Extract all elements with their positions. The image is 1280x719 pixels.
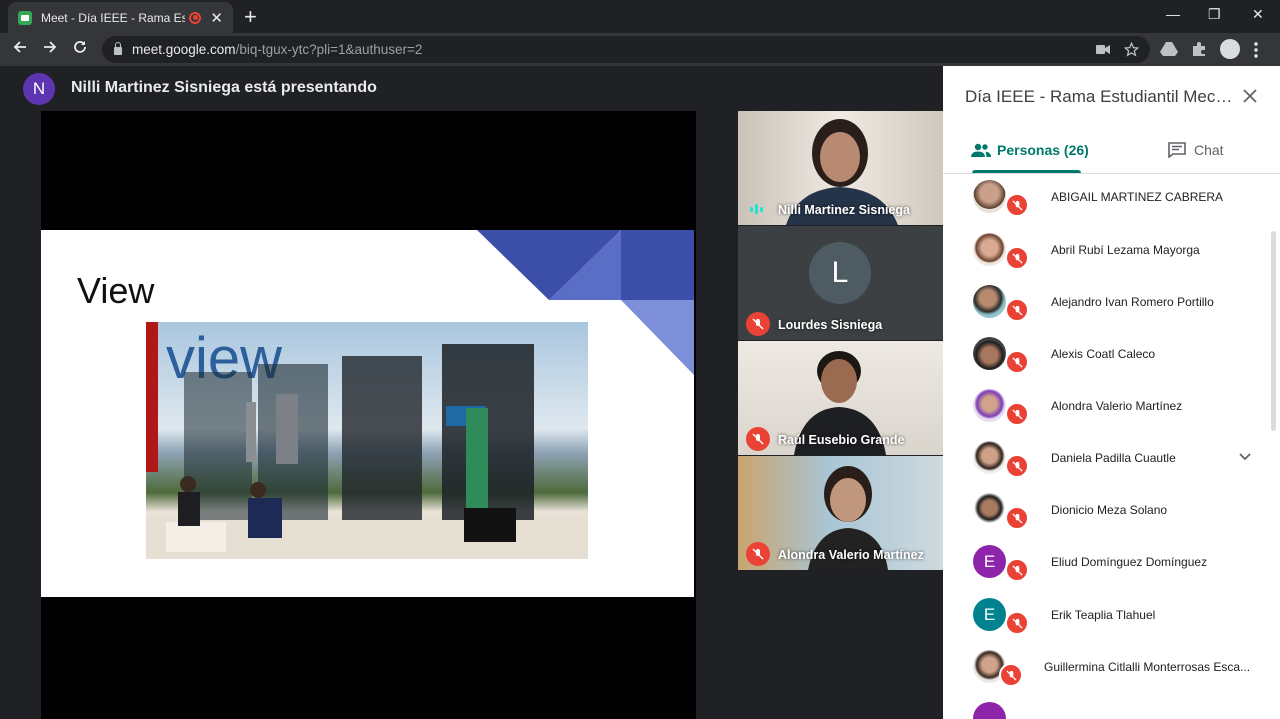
minimize-button[interactable]: — (1166, 6, 1180, 22)
participant-name: Alondra Valerio Martínez (1051, 399, 1183, 413)
bookmark-star-icon[interactable] (1124, 42, 1139, 57)
avatar (973, 233, 1006, 266)
more-options-icon[interactable] (1254, 42, 1258, 58)
slide-title: View (77, 270, 155, 311)
participant-name: Lourdes Sisniega (778, 318, 883, 332)
tab-chat-label: Chat (1194, 142, 1224, 158)
extensions-puzzle-icon[interactable] (1191, 41, 1207, 57)
drive-icon[interactable] (1160, 42, 1178, 56)
list-item[interactable]: Abril Rubí Lezama Mayorga (943, 225, 1263, 277)
window-close-button[interactable]: ✕ (1252, 6, 1264, 23)
tab-people-label: Personas (26) (997, 142, 1089, 158)
participant-name: Nilli Martinez Sisniega (778, 203, 910, 217)
meet-favicon-icon (18, 10, 32, 25)
participant-tile[interactable]: L Lourdes Sisniega (738, 226, 943, 340)
lock-icon (114, 42, 122, 55)
list-item[interactable]: Alejandro Ivan Romero Portillo (943, 278, 1263, 330)
avatar (973, 389, 1006, 422)
mic-off-icon (1005, 246, 1029, 270)
participant-name: Alondra Valerio Martínez (778, 548, 924, 562)
browser-tab[interactable]: Meet - Día IEEE - Rama Estudiantil Mecat… (8, 2, 233, 33)
participant-name: Guillermina Citlalli Monterrosas Esca... (1044, 660, 1251, 674)
list-item[interactable]: Alexis Coatl Caleco (943, 330, 1263, 382)
avatar (973, 285, 1006, 318)
tab-chat[interactable]: Chat (1168, 142, 1224, 158)
people-list: ABIGAIL MARTINEZ CABRERA Abril Rubí Leza… (943, 174, 1280, 719)
mic-off-icon (746, 427, 770, 451)
list-item[interactable] (943, 695, 1263, 719)
participant-name: Raúl Eusebio Grande (778, 433, 905, 447)
list-item[interactable]: Daniela Padilla Cuautle (943, 434, 1263, 486)
presentation-stage[interactable]: View view (41, 111, 696, 719)
mic-off-icon (1005, 402, 1029, 426)
avatar: E (973, 598, 1006, 631)
forward-arrow-icon[interactable] (42, 39, 58, 55)
list-item[interactable]: Dionicio Meza Solano (943, 486, 1263, 538)
participant-tile[interactable]: Alondra Valerio Martínez (738, 456, 943, 570)
presenter-avatar: N (23, 73, 55, 105)
slide: View view (41, 230, 694, 597)
participant-name: Erik Teaplia Tlahuel (1051, 608, 1156, 622)
participant-name: Abril Rubí Lezama Mayorga (1051, 243, 1200, 257)
list-item[interactable]: E Erik Teaplia Tlahuel (943, 591, 1263, 643)
participant-avatar: L (809, 242, 871, 304)
close-icon[interactable] (1243, 89, 1257, 103)
chat-icon (1168, 142, 1186, 158)
people-icon (971, 143, 991, 157)
avatar: E (973, 545, 1006, 578)
avatar (973, 180, 1006, 213)
avatar (973, 493, 1006, 526)
list-item[interactable]: Guillermina Citlalli Monterrosas Esca... (943, 643, 1263, 695)
url-path: /biq-tgux-ytc?pli=1&authuser=2 (235, 42, 423, 57)
participant-name: Alejandro Ivan Romero Portillo (1051, 295, 1214, 309)
tab-title: Meet - Día IEEE - Rama Estudiantil Mecat… (40, 10, 186, 25)
recording-icon (189, 11, 202, 24)
scrollbar[interactable] (1271, 231, 1276, 431)
mic-off-icon (1005, 298, 1029, 322)
avatar (973, 337, 1006, 370)
participant-name: Daniela Padilla Cuautle (1051, 451, 1176, 465)
mic-off-icon (1005, 350, 1029, 374)
participant-name: ABIGAIL MARTINEZ CABRERA (1051, 190, 1224, 204)
mic-off-icon (746, 542, 770, 566)
presenting-banner: Nilli Martinez Sisniega está presentando (71, 79, 377, 96)
list-item[interactable]: E Eliud Domínguez Domínguez (943, 538, 1263, 590)
mic-off-icon (1005, 454, 1029, 478)
mic-off-icon (1005, 558, 1029, 582)
camera-icon[interactable] (1096, 44, 1110, 55)
list-item[interactable]: Alondra Valerio Martínez (943, 382, 1263, 434)
mic-off-icon (746, 312, 770, 336)
reload-icon[interactable] (72, 39, 88, 55)
participant-name: Dionicio Meza Solano (1051, 503, 1168, 517)
people-panel: Día IEEE - Rama Estudiantil Mecat... Per… (943, 66, 1280, 719)
profile-avatar[interactable] (1220, 39, 1240, 59)
back-arrow-icon[interactable] (12, 39, 28, 55)
participant-name: Eliud Domínguez Domínguez (1051, 555, 1208, 569)
mic-off-icon (1005, 193, 1029, 217)
tab-close-button[interactable]: ✕ (210, 9, 223, 27)
meet-main-area: N Nilli Martinez Sisniega está presentan… (0, 66, 943, 719)
address-bar[interactable]: meet.google.com /biq-tgux-ytc?pli=1&auth… (102, 36, 1150, 63)
avatar (973, 441, 1006, 474)
url-host: meet.google.com (132, 42, 236, 57)
mic-off-icon (1005, 506, 1029, 530)
panel-title: Día IEEE - Rama Estudiantil Mecat... (965, 87, 1235, 106)
tab-people[interactable]: Personas (26) (971, 142, 1089, 158)
new-tab-button[interactable]: + (244, 4, 257, 30)
speaking-indicator-icon (750, 204, 763, 214)
participant-name: Alexis Coatl Caleco (1051, 347, 1156, 361)
participant-tile[interactable]: Nilli Martinez Sisniega (738, 111, 943, 225)
maximize-button[interactable]: ❐ (1208, 6, 1221, 23)
mic-off-icon (999, 663, 1023, 687)
browser-toolbar: meet.google.com /biq-tgux-ytc?pli=1&auth… (0, 33, 1280, 66)
mic-off-icon (1005, 611, 1029, 635)
chevron-down-icon[interactable] (1239, 453, 1251, 461)
slide-photo: view (146, 322, 588, 559)
browser-tabbar: Meet - Día IEEE - Rama Estudiantil Mecat… (0, 0, 1280, 33)
avatar (973, 702, 1006, 719)
participant-tile[interactable]: Raúl Eusebio Grande (738, 341, 943, 455)
list-item[interactable]: ABIGAIL MARTINEZ CABRERA (943, 174, 1263, 225)
